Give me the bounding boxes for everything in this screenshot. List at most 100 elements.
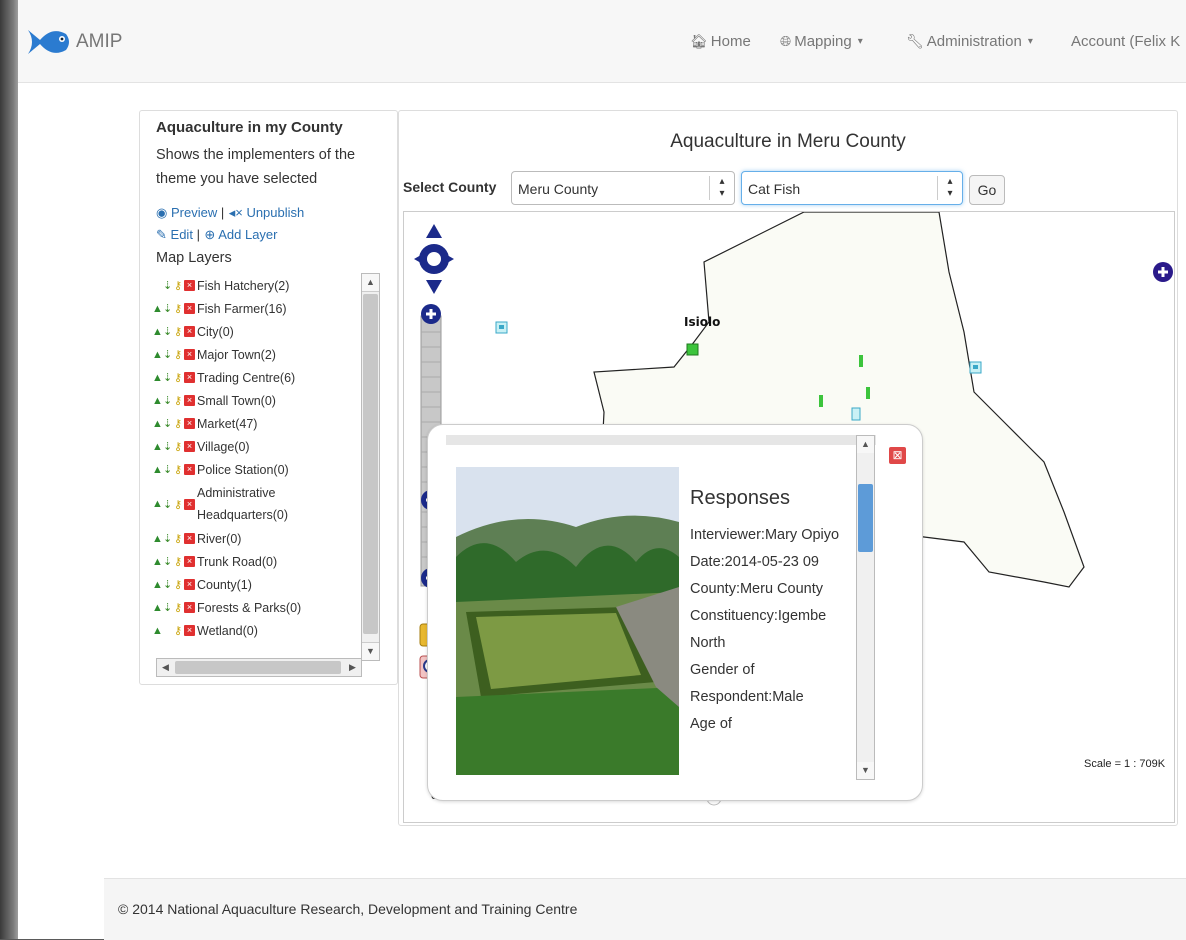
scroll-left-icon[interactable]: ◀ (157, 659, 174, 676)
scrollbar-thumb[interactable] (175, 661, 341, 674)
move-up-icon[interactable]: ▲ (152, 349, 163, 361)
move-up-icon[interactable]: ▲ (152, 418, 163, 430)
move-up-icon[interactable]: ▲ (152, 441, 163, 453)
remove-icon[interactable]: × (184, 418, 195, 429)
scroll-up-icon[interactable]: ▲ (857, 436, 874, 453)
key-icon[interactable]: ⚷ (172, 302, 184, 315)
key-icon[interactable]: ⚷ (172, 325, 184, 338)
layer-name[interactable]: Police Station(0) (197, 459, 289, 481)
move-down-icon[interactable]: ⇣ (163, 417, 172, 430)
popup-scrollbar[interactable]: ▲ ▼ (856, 435, 875, 780)
move-down-icon[interactable]: ⇣ (163, 601, 172, 614)
layer-name[interactable]: Major Town(2) (197, 344, 276, 366)
move-up-icon[interactable]: ▲ (152, 625, 163, 637)
scrollbar-thumb[interactable] (363, 294, 378, 634)
move-up-icon[interactable]: ▲ (152, 602, 163, 614)
layer-name[interactable]: Wetland(0) (197, 620, 258, 642)
layer-name[interactable]: Trading Centre(6) (197, 367, 295, 389)
move-down-icon[interactable]: ⇣ (163, 279, 172, 292)
key-icon[interactable]: ⚷ (172, 578, 184, 591)
move-down-icon[interactable]: ⇣ (163, 325, 172, 338)
remove-icon[interactable]: × (184, 441, 195, 452)
nav-home[interactable]: 🏠︎ Home (690, 33, 751, 50)
scroll-up-icon[interactable]: ▲ (362, 274, 379, 292)
move-up-icon[interactable]: ▲ (152, 579, 163, 591)
key-icon[interactable]: ⚷ (172, 601, 184, 614)
layer-name[interactable]: Trunk Road(0) (197, 551, 277, 573)
map-canvas[interactable]: ✋ Isiolo Scale = 1 : 709K 0 10 20 (403, 211, 1175, 823)
move-up-icon[interactable]: ▲ (152, 326, 163, 338)
remove-icon[interactable]: × (184, 464, 195, 475)
preview-link[interactable]: ◉ Preview (156, 205, 221, 220)
layer-name[interactable]: Fish Hatchery(2) (197, 275, 289, 297)
layer-name[interactable]: Market(47) (197, 413, 257, 435)
key-icon[interactable]: ⚷ (172, 532, 184, 545)
scroll-right-icon[interactable]: ▶ (344, 659, 361, 676)
remove-icon[interactable]: × (184, 602, 195, 613)
layer-name[interactable]: County(1) (197, 574, 252, 596)
remove-icon[interactable]: × (184, 280, 195, 291)
scrollbar-thumb[interactable] (858, 484, 873, 552)
move-down-icon[interactable]: ⇣ (163, 532, 172, 545)
layer-name[interactable]: City(0) (197, 321, 234, 343)
remove-icon[interactable]: × (184, 498, 195, 510)
feature-popup[interactable]: Responses Interviewer:Mary Opiyo Date:20… (427, 424, 923, 801)
move-up-icon[interactable]: ▲ (152, 498, 163, 510)
layer-name[interactable]: Fish Farmer(16) (197, 298, 287, 320)
move-down-icon[interactable]: ⇣ (163, 440, 172, 453)
remove-icon[interactable]: × (184, 349, 195, 360)
move-up-icon[interactable]: ▲ (152, 372, 163, 384)
key-icon[interactable]: ⚷ (172, 498, 184, 511)
key-icon[interactable]: ⚷ (172, 624, 184, 637)
remove-icon[interactable]: × (184, 303, 195, 314)
nav-mapping[interactable]: 🌐︎ Mapping ▾ (780, 33, 863, 50)
remove-icon[interactable]: × (184, 556, 195, 567)
move-up-icon[interactable]: ▲ (152, 556, 163, 568)
remove-icon[interactable]: × (184, 625, 195, 636)
layer-name[interactable]: River(0) (197, 528, 241, 550)
nav-administration[interactable]: 🔧︎ Administration ▾ (906, 33, 1033, 50)
theme-select[interactable]: Cat Fish ▴ ▾ (741, 171, 963, 205)
key-icon[interactable]: ⚷ (172, 348, 184, 361)
move-up-icon[interactable]: ▲ (152, 533, 163, 545)
remove-icon[interactable]: × (184, 533, 195, 544)
move-down-icon[interactable]: ⇣ (163, 348, 172, 361)
remove-icon[interactable]: × (184, 326, 195, 337)
scroll-down-icon[interactable]: ▼ (362, 642, 379, 660)
remove-icon[interactable]: × (184, 395, 195, 406)
layer-list-horizontal-scrollbar[interactable]: ◀ ▶ (156, 658, 362, 677)
layer-name[interactable]: Village(0) (197, 436, 250, 458)
key-icon[interactable]: ⚷ (172, 279, 184, 292)
layer-name[interactable]: Small Town(0) (197, 390, 276, 412)
key-icon[interactable]: ⚷ (172, 463, 184, 476)
key-icon[interactable]: ⚷ (172, 555, 184, 568)
move-down-icon[interactable]: ⇣ (163, 302, 172, 315)
key-icon[interactable]: ⚷ (172, 417, 184, 430)
move-up-icon[interactable]: ▲ (152, 395, 163, 407)
scroll-down-icon[interactable]: ▼ (857, 762, 874, 779)
remove-icon[interactable]: × (184, 579, 195, 590)
popup-close-button[interactable]: ⊠ (889, 447, 906, 464)
county-select[interactable]: Meru County ▴ ▾ (511, 171, 735, 205)
move-down-icon[interactable]: ⇣ (163, 463, 172, 476)
layer-list-vertical-scrollbar[interactable]: ▲ ▼ (361, 273, 380, 661)
go-button[interactable]: Go (969, 175, 1005, 205)
move-down-icon[interactable]: ⇣ (163, 371, 172, 384)
add-layer-link[interactable]: ⊕ Add Layer (204, 227, 277, 242)
remove-icon[interactable]: × (184, 372, 195, 383)
key-icon[interactable]: ⚷ (172, 394, 184, 407)
move-down-icon[interactable]: ⇣ (163, 578, 172, 591)
move-down-icon[interactable]: ⇣ (163, 498, 172, 511)
move-up-icon[interactable]: ▲ (152, 303, 163, 315)
layer-name[interactable]: Forests & Parks(0) (197, 597, 301, 619)
brand[interactable]: AMIP (26, 22, 122, 62)
move-down-icon[interactable]: ⇣ (163, 394, 172, 407)
key-icon[interactable]: ⚷ (172, 440, 184, 453)
edit-link[interactable]: ✎ Edit (156, 227, 197, 242)
key-icon[interactable]: ⚷ (172, 371, 184, 384)
unpublish-link[interactable]: ◂× Unpublish (229, 205, 305, 220)
move-down-icon[interactable]: ⇣ (163, 555, 172, 568)
move-up-icon[interactable]: ▲ (152, 464, 163, 476)
nav-account[interactable]: Account (Felix K (1071, 33, 1180, 50)
layer-name[interactable]: Administrative Headquarters(0) (197, 482, 297, 526)
